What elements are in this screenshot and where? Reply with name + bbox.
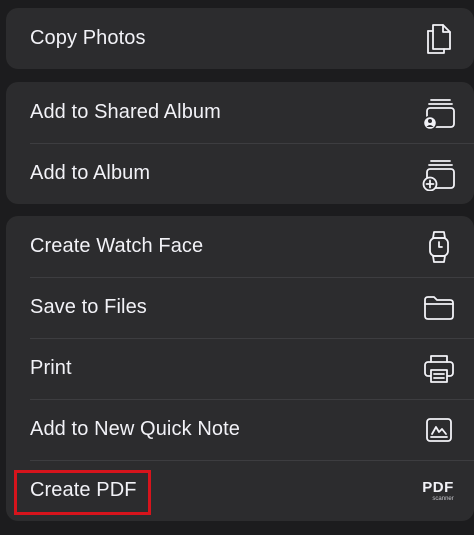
add-to-shared-album-label: Add to Shared Album	[30, 101, 221, 123]
print-label: Print	[30, 357, 72, 379]
create-pdf-action[interactable]: Create PDF PDF scanner	[6, 460, 474, 521]
add-to-new-quick-note-label: Add to New Quick Note	[30, 418, 240, 440]
add-to-album-action[interactable]: Add to Album	[6, 143, 474, 204]
print-action[interactable]: Print	[6, 338, 474, 399]
printer-icon	[422, 352, 456, 386]
copy-document-icon	[422, 22, 456, 56]
create-watch-face-label: Create Watch Face	[30, 235, 204, 257]
create-watch-face-action[interactable]: Create Watch Face	[6, 216, 474, 277]
action-group-albums: Add to Shared Album Add to Album	[6, 82, 474, 204]
add-to-shared-album-action[interactable]: Add to Shared Album	[6, 82, 474, 143]
add-album-icon	[422, 157, 456, 191]
pdf-icon-subtext: scanner	[432, 495, 454, 502]
folder-icon	[422, 291, 456, 325]
watch-icon	[422, 230, 456, 264]
add-to-new-quick-note-action[interactable]: Add to New Quick Note	[6, 399, 474, 460]
pdf-scanner-icon: PDF scanner	[416, 474, 460, 508]
quick-note-icon	[422, 413, 456, 447]
create-pdf-label: Create PDF	[30, 479, 137, 501]
pdf-icon-text: PDF	[422, 478, 454, 496]
copy-photos-label: Copy Photos	[30, 27, 146, 49]
add-to-album-label: Add to Album	[30, 162, 151, 184]
action-group-copy: Copy Photos	[6, 8, 474, 69]
copy-photos-action[interactable]: Copy Photos	[6, 8, 474, 69]
action-group-more: Create Watch Face Save to Files Print Ad…	[6, 216, 474, 521]
shared-album-icon	[422, 96, 456, 130]
save-to-files-label: Save to Files	[30, 296, 147, 318]
save-to-files-action[interactable]: Save to Files	[6, 277, 474, 338]
